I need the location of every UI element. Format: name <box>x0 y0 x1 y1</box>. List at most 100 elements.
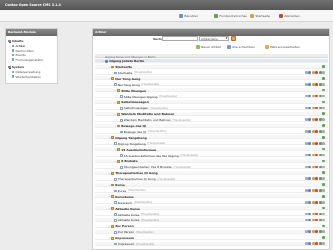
home-link[interactable]: Startseite <box>250 13 270 18</box>
page-row[interactable]: − Wandeln Meditatio und Bahnen <box>95 111 328 116</box>
edit-icon[interactable] <box>304 94 308 98</box>
collapse-icon[interactable]: − <box>114 148 116 151</box>
collapse-icon[interactable]: − <box>108 184 110 187</box>
collapse-icon[interactable]: − <box>114 113 116 116</box>
info-icon[interactable] <box>322 242 325 245</box>
paste-icon[interactable] <box>322 183 325 186</box>
article-row[interactable]: Kurse [Hauptspalte] <box>95 188 328 193</box>
collapse-icon[interactable]: − <box>102 60 104 63</box>
page-row[interactable]: − Kurse <box>95 182 328 187</box>
copy-icon[interactable] <box>308 242 312 245</box>
move-icon[interactable] <box>311 200 315 204</box>
move-icon[interactable] <box>311 106 315 110</box>
paste-icon[interactable] <box>322 195 325 198</box>
toggle-visibility-icon[interactable] <box>318 212 322 216</box>
edit-icon[interactable] <box>304 118 308 121</box>
info-icon[interactable] <box>322 106 325 110</box>
edit-icon[interactable] <box>304 212 308 216</box>
article-row[interactable]: 15 Ausdrucksformen des Tao Qigong [Haupts… <box>95 153 328 158</box>
edit-icon[interactable] <box>304 130 308 133</box>
delete-icon[interactable] <box>315 71 319 74</box>
delete-icon[interactable] <box>315 106 319 110</box>
article-row[interactable]: Startseite [Hauptspalte] <box>95 70 328 75</box>
collapse-icon[interactable]: − <box>108 136 110 139</box>
article-row[interactable]: Stille Übungen Qigong [Hauptspalte] <box>95 94 328 99</box>
toggle-visibility-icon[interactable] <box>318 230 322 234</box>
collapse-icon[interactable]: − <box>114 101 116 104</box>
collapse-icon[interactable]: − <box>114 89 116 92</box>
info-icon[interactable] <box>322 82 325 86</box>
copy-icon[interactable] <box>308 230 312 234</box>
toggle-visibility-icon[interactable] <box>318 71 322 74</box>
collapse-icon[interactable]: − <box>108 237 110 240</box>
paste-icon[interactable] <box>322 224 325 228</box>
toggle-all-button[interactable]: Alle schachteln <box>227 45 255 49</box>
paste-icon[interactable] <box>322 77 325 80</box>
move-icon[interactable] <box>311 212 315 216</box>
delete-icon[interactable] <box>315 242 319 245</box>
article-row[interactable]: Selbstmassagen [Hauptspalte] <box>95 106 328 110</box>
edit-icon[interactable] <box>304 200 308 204</box>
page-row[interactable]: − Aktuelle Kurse <box>95 206 328 211</box>
article-row[interactable]: Aktuelle Kurse [Hauptspalte] <box>95 217 328 222</box>
collapse-icon[interactable]: − <box>108 195 110 198</box>
delete-icon[interactable] <box>315 141 319 145</box>
article-row[interactable]: Aktuelle Kurse [Hauptspalte] <box>95 212 328 217</box>
delete-icon[interactable] <box>315 177 319 180</box>
delete-icon[interactable] <box>315 165 319 169</box>
delete-icon[interactable] <box>315 230 319 234</box>
toggle-visibility-icon[interactable] <box>318 153 322 157</box>
collapse-icon[interactable]: − <box>108 77 110 80</box>
edit-icon[interactable] <box>304 230 308 234</box>
article-row[interactable]: Bewege das Qi [Hauptspalte] <box>95 129 328 134</box>
page-row[interactable]: − Qigong Yangsheng <box>95 135 328 140</box>
delete-icon[interactable] <box>315 82 319 86</box>
page-row[interactable]: − Kursräume <box>95 194 328 199</box>
sidebar-group-inhalte[interactable]: Inhalte <box>8 39 24 43</box>
copy-icon[interactable] <box>308 218 312 222</box>
page-row[interactable]: − 15 Ausdrucksformen <box>95 147 328 152</box>
toggle-visibility-icon[interactable] <box>318 200 322 204</box>
sidebar-item-wiederherstellen[interactable]: Wiederherstellen <box>12 75 41 79</box>
move-icon[interactable] <box>311 82 315 86</box>
copy-icon[interactable] <box>308 212 312 216</box>
page-row[interactable]: − Startseite <box>95 64 328 69</box>
move-icon[interactable] <box>311 141 315 145</box>
move-icon[interactable] <box>311 118 315 121</box>
move-icon[interactable] <box>311 230 315 234</box>
collapse-icon[interactable]: − <box>114 160 116 163</box>
page-row[interactable]: − Zur Person <box>95 224 328 228</box>
delete-icon[interactable] <box>315 153 319 157</box>
paste-icon[interactable] <box>322 171 325 175</box>
delete-icon[interactable] <box>315 212 319 216</box>
logout-link[interactable]: Abmelden <box>279 13 300 18</box>
edit-icon[interactable] <box>304 165 308 169</box>
user-link[interactable]: Benutzer <box>179 13 198 18</box>
move-icon[interactable] <box>311 189 315 192</box>
search-field-select[interactable]: Artikelname ▼ <box>199 36 229 41</box>
info-icon[interactable] <box>322 141 325 145</box>
info-icon[interactable] <box>322 200 325 204</box>
collapse-icon[interactable]: − <box>108 207 110 210</box>
copy-icon[interactable] <box>308 82 312 86</box>
page-row[interactable]: − 8 Brokate <box>95 158 328 163</box>
toggle-visibility-icon[interactable] <box>318 141 322 145</box>
info-icon[interactable] <box>322 71 325 74</box>
edit-icon[interactable] <box>304 242 308 245</box>
copy-icon[interactable] <box>308 189 312 192</box>
toggle-visibility-icon[interactable] <box>318 118 322 121</box>
toggle-visibility-icon[interactable] <box>318 242 322 245</box>
sidebar-item-dateiverwaltung[interactable]: Dateiverwaltung <box>12 70 40 74</box>
toggle-visibility-icon[interactable] <box>318 130 322 133</box>
toggle-visibility-icon[interactable] <box>318 218 322 222</box>
search-input[interactable] <box>162 36 198 41</box>
article-row[interactable]: Nei Yang Gong [Hauptspalte] <box>95 82 328 87</box>
info-icon[interactable] <box>322 218 325 222</box>
toggle-visibility-icon[interactable] <box>318 106 322 110</box>
edit-icon[interactable] <box>304 218 308 222</box>
move-icon[interactable] <box>311 177 315 180</box>
toggle-visibility-icon[interactable] <box>318 82 322 86</box>
paste-icon[interactable] <box>322 147 325 151</box>
edit-icon[interactable] <box>304 177 308 180</box>
edit-multiple-button[interactable]: Mehrere bearbeiten <box>265 45 300 49</box>
